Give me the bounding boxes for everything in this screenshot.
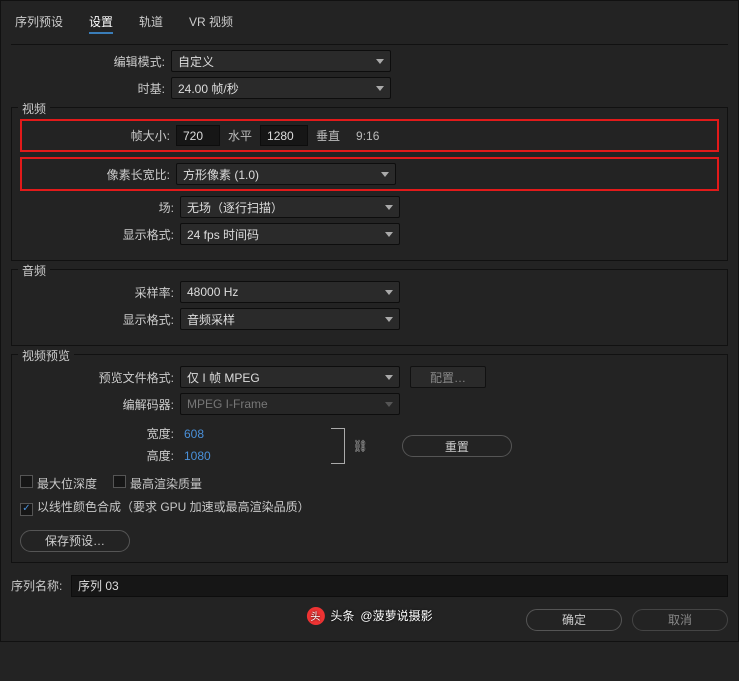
frame-width-input[interactable] [176,125,220,146]
video-legend: 视频 [18,100,50,117]
video-display-format-select[interactable]: 24 fps 时间码 [180,223,400,245]
timebase-label: 时基: [11,80,171,97]
sequence-name-input[interactable] [71,575,728,597]
vertical-label: 垂直 [308,127,348,144]
edit-mode-label: 编辑模式: [11,53,171,70]
chevron-down-icon [381,172,389,177]
cancel-button[interactable]: 取消 [632,609,728,631]
frame-size-label: 帧大小: [28,127,176,144]
preview-height-label: 高度: [20,447,180,464]
max-depth-checkbox[interactable]: 最大位深度 [20,475,97,492]
pixel-aspect-value: 方形像素 (1.0) [183,166,259,183]
tab-tracks[interactable]: 轨道 [139,11,163,34]
audio-display-format-select[interactable]: 音频采样 [180,308,400,330]
bracket-icon [331,428,345,464]
pixel-aspect-label: 像素长宽比: [28,166,176,183]
video-display-format-label: 显示格式: [20,226,180,243]
audio-display-format-label: 显示格式: [20,311,180,328]
timebase-value: 24.00 帧/秒 [178,80,239,97]
preview-group: 视频预览 预览文件格式: 仅 I 帧 MPEG 配置… 编解码器: MPEG I… [11,354,728,563]
edit-mode-select[interactable]: 自定义 [171,50,391,72]
preview-width-value[interactable]: 608 [180,427,204,441]
watermark-handle: @菠萝说摄影 [360,607,432,624]
tabbar: 序列预设 设置 轨道 VR 视频 [11,9,728,45]
chevron-down-icon [385,290,393,295]
sequence-settings-dialog: 序列预设 设置 轨道 VR 视频 编辑模式: 自定义 时基: 24.00 帧/秒… [0,0,739,642]
watermark: 头 头条 @菠萝说摄影 [306,607,432,625]
chevron-down-icon [385,375,393,380]
preview-file-format-value: 仅 I 帧 MPEG [187,369,260,386]
max-depth-label: 最大位深度 [37,477,97,491]
timebase-select[interactable]: 24.00 帧/秒 [171,77,391,99]
link-icon[interactable]: ⛓ [353,439,368,453]
max-render-checkbox[interactable]: 最高渲染质量 [113,475,202,492]
sample-rate-value: 48000 Hz [187,285,238,299]
sample-rate-label: 采样率: [20,284,180,301]
fields-select[interactable]: 无场（逐行扫描） [180,196,400,218]
linear-color-label: 以线性颜色合成（要求 GPU 加速或最高渲染品质） [37,500,310,514]
chevron-down-icon [376,59,384,64]
configure-button[interactable]: 配置… [410,366,486,388]
frame-height-input[interactable] [260,125,308,146]
tab-preset[interactable]: 序列预设 [15,11,63,34]
horizontal-label: 水平 [220,127,260,144]
video-display-format-value: 24 fps 时间码 [187,226,259,243]
fields-label: 场: [20,199,180,216]
linear-color-checkbox[interactable]: 以线性颜色合成（要求 GPU 加速或最高渲染品质） [20,498,310,516]
sample-rate-select[interactable]: 48000 Hz [180,281,400,303]
frame-size-row-highlight: 帧大小: 水平 垂直 9:16 [20,119,719,152]
chevron-down-icon [385,317,393,322]
preview-file-format-label: 预览文件格式: [20,369,180,386]
tab-settings[interactable]: 设置 [89,11,113,34]
max-render-label: 最高渲染质量 [130,477,202,491]
video-group: 视频 帧大小: 水平 垂直 9:16 像素长宽比: 方形像素 (1.0) 场: … [11,107,728,261]
reset-button[interactable]: 重置 [402,435,512,457]
chevron-down-icon [376,86,384,91]
watermark-brand: 头条 [330,607,354,624]
fields-value: 无场（逐行扫描） [187,199,283,216]
pixel-aspect-row-highlight: 像素长宽比: 方形像素 (1.0) [20,157,719,191]
codec-label: 编解码器: [20,396,180,413]
audio-group: 音频 采样率: 48000 Hz 显示格式: 音频采样 [11,269,728,346]
aspect-ratio-text: 9:16 [348,129,387,143]
save-preset-button[interactable]: 保存预设… [20,530,130,552]
codec-value: MPEG I-Frame [187,397,268,411]
ok-button[interactable]: 确定 [526,609,622,631]
chevron-down-icon [385,205,393,210]
pixel-aspect-select[interactable]: 方形像素 (1.0) [176,163,396,185]
preview-legend: 视频预览 [18,347,74,364]
preview-width-label: 宽度: [20,425,180,442]
edit-mode-value: 自定义 [178,53,214,70]
chevron-down-icon [385,232,393,237]
tab-vr[interactable]: VR 视频 [189,11,233,34]
audio-legend: 音频 [18,262,50,279]
codec-select: MPEG I-Frame [180,393,400,415]
preview-height-value[interactable]: 1080 [180,449,211,463]
preview-file-format-select[interactable]: 仅 I 帧 MPEG [180,366,400,388]
watermark-logo-icon: 头 [306,607,324,625]
chevron-down-icon [385,402,393,407]
audio-display-format-value: 音频采样 [187,311,235,328]
sequence-name-label: 序列名称: [11,577,71,594]
